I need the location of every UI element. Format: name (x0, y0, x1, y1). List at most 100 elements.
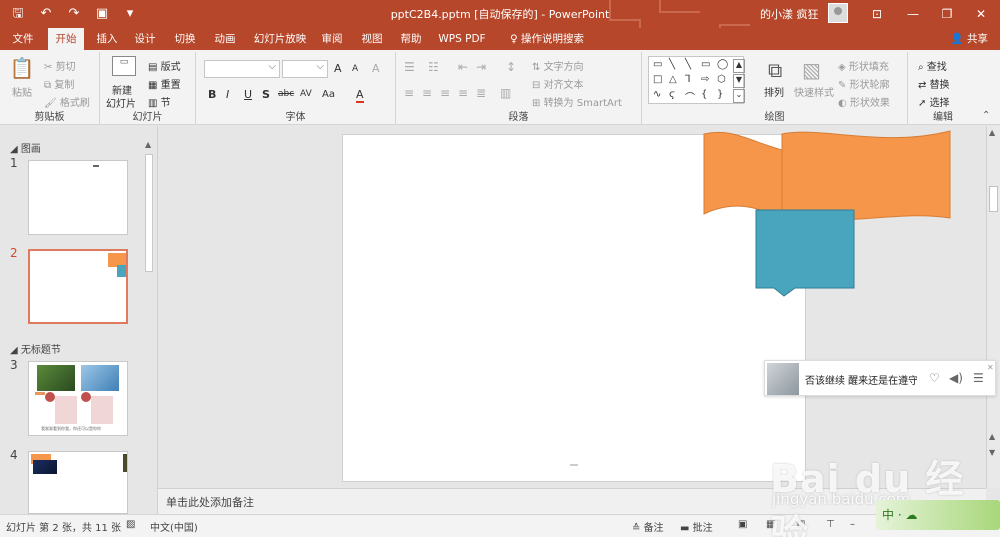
reset-button[interactable]: ▦ 重置 (148, 76, 181, 91)
grow-font-button[interactable]: A (334, 62, 342, 75)
tab-file[interactable]: 文件 (4, 28, 42, 50)
notes-toggle[interactable]: ≙ 备注 (632, 519, 664, 534)
increase-indent-icon[interactable]: ⇥ (476, 60, 486, 74)
font-color-button[interactable]: A (356, 88, 364, 103)
justify-icon[interactable]: ≡ (458, 86, 468, 100)
ribbon-options-button[interactable]: ⊡ (866, 4, 888, 24)
shape-square-icon[interactable]: □ (653, 74, 662, 85)
shape-triangle-icon[interactable]: △ (669, 74, 677, 85)
shapes-gallery[interactable]: ▭ ╲ ╲ ▭ ◯ □ △ ⅂ ⇨ ⬡ ∿ ϛ ⌒ { } ▲ ▼ ⌄ (648, 56, 745, 104)
avatar[interactable] (828, 3, 848, 23)
shape-brace-icon[interactable]: { (701, 89, 707, 100)
font-name-combo[interactable] (204, 60, 280, 78)
shape-rect-icon[interactable]: ▭ (701, 59, 710, 70)
ime-toolbar[interactable]: 中 · ☁ (876, 500, 1000, 530)
columns-icon[interactable]: ▥ (500, 86, 511, 100)
align-left-icon[interactable]: ≡ (404, 86, 414, 100)
distribute-icon[interactable]: ≣ (476, 86, 486, 100)
share-button[interactable]: 👤 共享 (951, 31, 988, 46)
strikethrough-button[interactable]: abc (278, 89, 294, 99)
spellcheck-icon[interactable]: ▨ (126, 519, 135, 530)
popup-close-icon[interactable]: ✕ (987, 363, 994, 372)
shape-curve-icon[interactable]: ∿ (653, 89, 661, 100)
tab-design[interactable]: 设计 (128, 28, 162, 50)
format-painter-button[interactable]: 🖌 格式刷 (44, 94, 90, 109)
tab-view[interactable]: 视图 (356, 28, 388, 50)
music-popup[interactable]: 否该继续 醒来还是在遵守约 ♡ ◀) ☰ ✕ (764, 360, 996, 396)
select-button[interactable]: ➚ 选择 (918, 94, 950, 109)
text-direction-button[interactable]: ⇅ 文字方向 (532, 58, 584, 73)
shape-oval-icon[interactable]: ◯ (717, 59, 728, 70)
shape-hexagon-icon[interactable]: ⬡ (717, 74, 726, 85)
playlist-icon[interactable]: ☰ (973, 371, 984, 385)
shape-line-icon[interactable]: ╲ (669, 59, 675, 70)
char-spacing-button[interactable]: AV (300, 89, 312, 99)
underline-button[interactable]: U (244, 88, 252, 101)
font-size-combo[interactable] (282, 60, 328, 78)
language-indicator[interactable]: 中文(中国) (150, 519, 198, 534)
tab-wps-pdf[interactable]: WPS PDF (436, 28, 488, 50)
clear-format-button[interactable]: A (372, 62, 380, 75)
line-spacing-icon[interactable]: ↕ (506, 60, 516, 74)
shrink-font-button[interactable]: A (352, 64, 358, 74)
align-center-icon[interactable]: ≡ (422, 86, 432, 100)
prev-slide-icon[interactable]: ▲ (989, 432, 995, 441)
shape-fill-button[interactable]: ◈ 形状填充 (838, 58, 889, 73)
scroll-thumb[interactable] (145, 154, 153, 272)
restore-button[interactable]: ❐ (936, 4, 958, 24)
replace-button[interactable]: ⇄ 替换 (918, 76, 950, 91)
shape-arrow-icon[interactable]: ⇨ (701, 74, 709, 85)
comments-toggle[interactable]: ▬ 批注 (680, 519, 713, 534)
shape-arc-icon[interactable]: ⌒ (685, 89, 695, 104)
normal-view-icon[interactable]: ▣ (738, 519, 747, 530)
section-header-2[interactable]: ◢ 无标题节 (10, 341, 61, 356)
tell-me-search[interactable]: ♀ 操作说明搜索 (502, 28, 592, 50)
cut-button[interactable]: ✂ 剪切 (44, 58, 76, 73)
find-button[interactable]: ⌕ 查找 (918, 58, 947, 73)
align-text-button[interactable]: ⊟ 对齐文本 (532, 76, 584, 91)
italic-button[interactable]: I (226, 88, 229, 101)
tab-review[interactable]: 审阅 (316, 28, 348, 50)
user-name[interactable]: 的小漾 疯狂 (760, 6, 819, 22)
arrange-button[interactable]: 排列 (764, 84, 784, 99)
section-header-1[interactable]: ◢ 图画 (10, 140, 41, 155)
paste-icon[interactable]: 📋 (8, 56, 36, 80)
smartart-button[interactable]: ⊞ 转换为 SmartArt (532, 94, 622, 109)
current-slide[interactable] (342, 130, 951, 482)
thumbnail-scrollbar[interactable]: ▲ (143, 140, 155, 514)
tab-help[interactable]: 帮助 (394, 28, 428, 50)
close-button[interactable]: ✕ (970, 4, 992, 24)
align-right-icon[interactable]: ≡ (440, 86, 450, 100)
notes-placeholder[interactable]: 单击此处添加备注 (166, 494, 254, 510)
shape-freeform-icon[interactable]: ϛ (669, 89, 675, 100)
layout-button[interactable]: ▤ 版式 (148, 58, 181, 73)
shape-line2-icon[interactable]: ╲ (685, 59, 691, 70)
shadow-button[interactable]: S (262, 88, 270, 101)
bold-button[interactable]: B (208, 88, 216, 101)
decrease-indent-icon[interactable]: ⇤ (458, 60, 468, 74)
heart-icon[interactable]: ♡ (929, 371, 940, 385)
paste-button[interactable]: 粘贴 (12, 84, 32, 99)
tab-home[interactable]: 开始 (48, 28, 84, 50)
slide-thumb-3[interactable]: 我渐渐看到你我，你还可以是你你 (28, 361, 128, 436)
slide-thumb-2[interactable] (28, 249, 128, 324)
gallery-up-icon[interactable]: ▲ (733, 59, 745, 73)
new-slide-icon[interactable]: ▭ (112, 56, 136, 76)
shape-effects-button[interactable]: ◐ 形状效果 (838, 94, 890, 109)
volume-icon[interactable]: ◀) (949, 371, 963, 385)
editor-scrollbar[interactable]: ▲ ▲ ▼ (986, 126, 1000, 488)
slide-thumb-1[interactable] (28, 160, 128, 235)
tab-transitions[interactable]: 切换 (168, 28, 202, 50)
gallery-down-icon[interactable]: ▼ (733, 74, 745, 88)
shape-brace2-icon[interactable]: } (717, 89, 723, 100)
shape-outline-button[interactable]: ✎ 形状轮廓 (838, 76, 890, 91)
change-case-button[interactable]: Aa (322, 89, 335, 100)
quick-styles-icon[interactable]: ▧ (802, 58, 821, 82)
collapse-ribbon-icon[interactable]: ⌃ (982, 110, 990, 121)
arrange-icon[interactable]: ⧉ (768, 58, 782, 82)
bullets-icon[interactable]: ☰ (404, 60, 415, 74)
copy-button[interactable]: ⧉ 复制 (44, 76, 74, 91)
slide-thumb-4[interactable] (28, 451, 128, 514)
scroll-up-icon[interactable]: ▲ (989, 128, 995, 137)
tab-insert[interactable]: 插入 (90, 28, 124, 50)
